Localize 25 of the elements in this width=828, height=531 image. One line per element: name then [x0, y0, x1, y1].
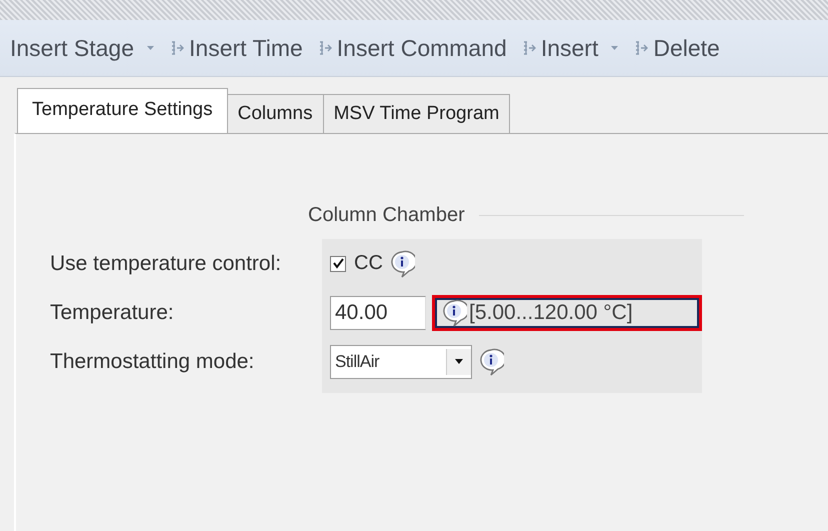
- field-label: Temperature:: [50, 300, 175, 324]
- info-icon[interactable]: [478, 348, 504, 376]
- toolbar-button[interactable]: Insert Time: [165, 32, 307, 64]
- mode-dropdown[interactable]: StillAir: [330, 344, 472, 378]
- caret-icon: [610, 45, 620, 51]
- toolbar-button[interactable]: Insert Command: [312, 32, 511, 64]
- temperature-input[interactable]: 40.00: [330, 296, 426, 330]
- toolbar-button[interactable]: Insert Stage: [6, 32, 160, 64]
- caret-icon: [454, 358, 464, 364]
- range-text: [5.00...120.00 °C]: [469, 300, 633, 324]
- field-label: Thermostatting mode:: [50, 350, 256, 374]
- insert-icon: [633, 40, 650, 56]
- caret-icon: [146, 45, 156, 51]
- toolbar-button[interactable]: Insert: [516, 32, 624, 64]
- info-icon[interactable]: [441, 298, 467, 326]
- toolbar-button[interactable]: Delete: [629, 32, 724, 64]
- field-label: Use temperature control:: [50, 252, 282, 276]
- insert-icon: [169, 40, 186, 56]
- info-icon[interactable]: [388, 250, 415, 278]
- checkbox-label: CC: [354, 252, 383, 275]
- group-title: Column Chamber: [308, 204, 465, 227]
- tab[interactable]: MSV Time Program: [322, 94, 510, 133]
- checkbox[interactable]: [330, 256, 346, 272]
- tab[interactable]: Columns: [226, 94, 324, 133]
- tab[interactable]: Temperature Settings: [17, 88, 228, 133]
